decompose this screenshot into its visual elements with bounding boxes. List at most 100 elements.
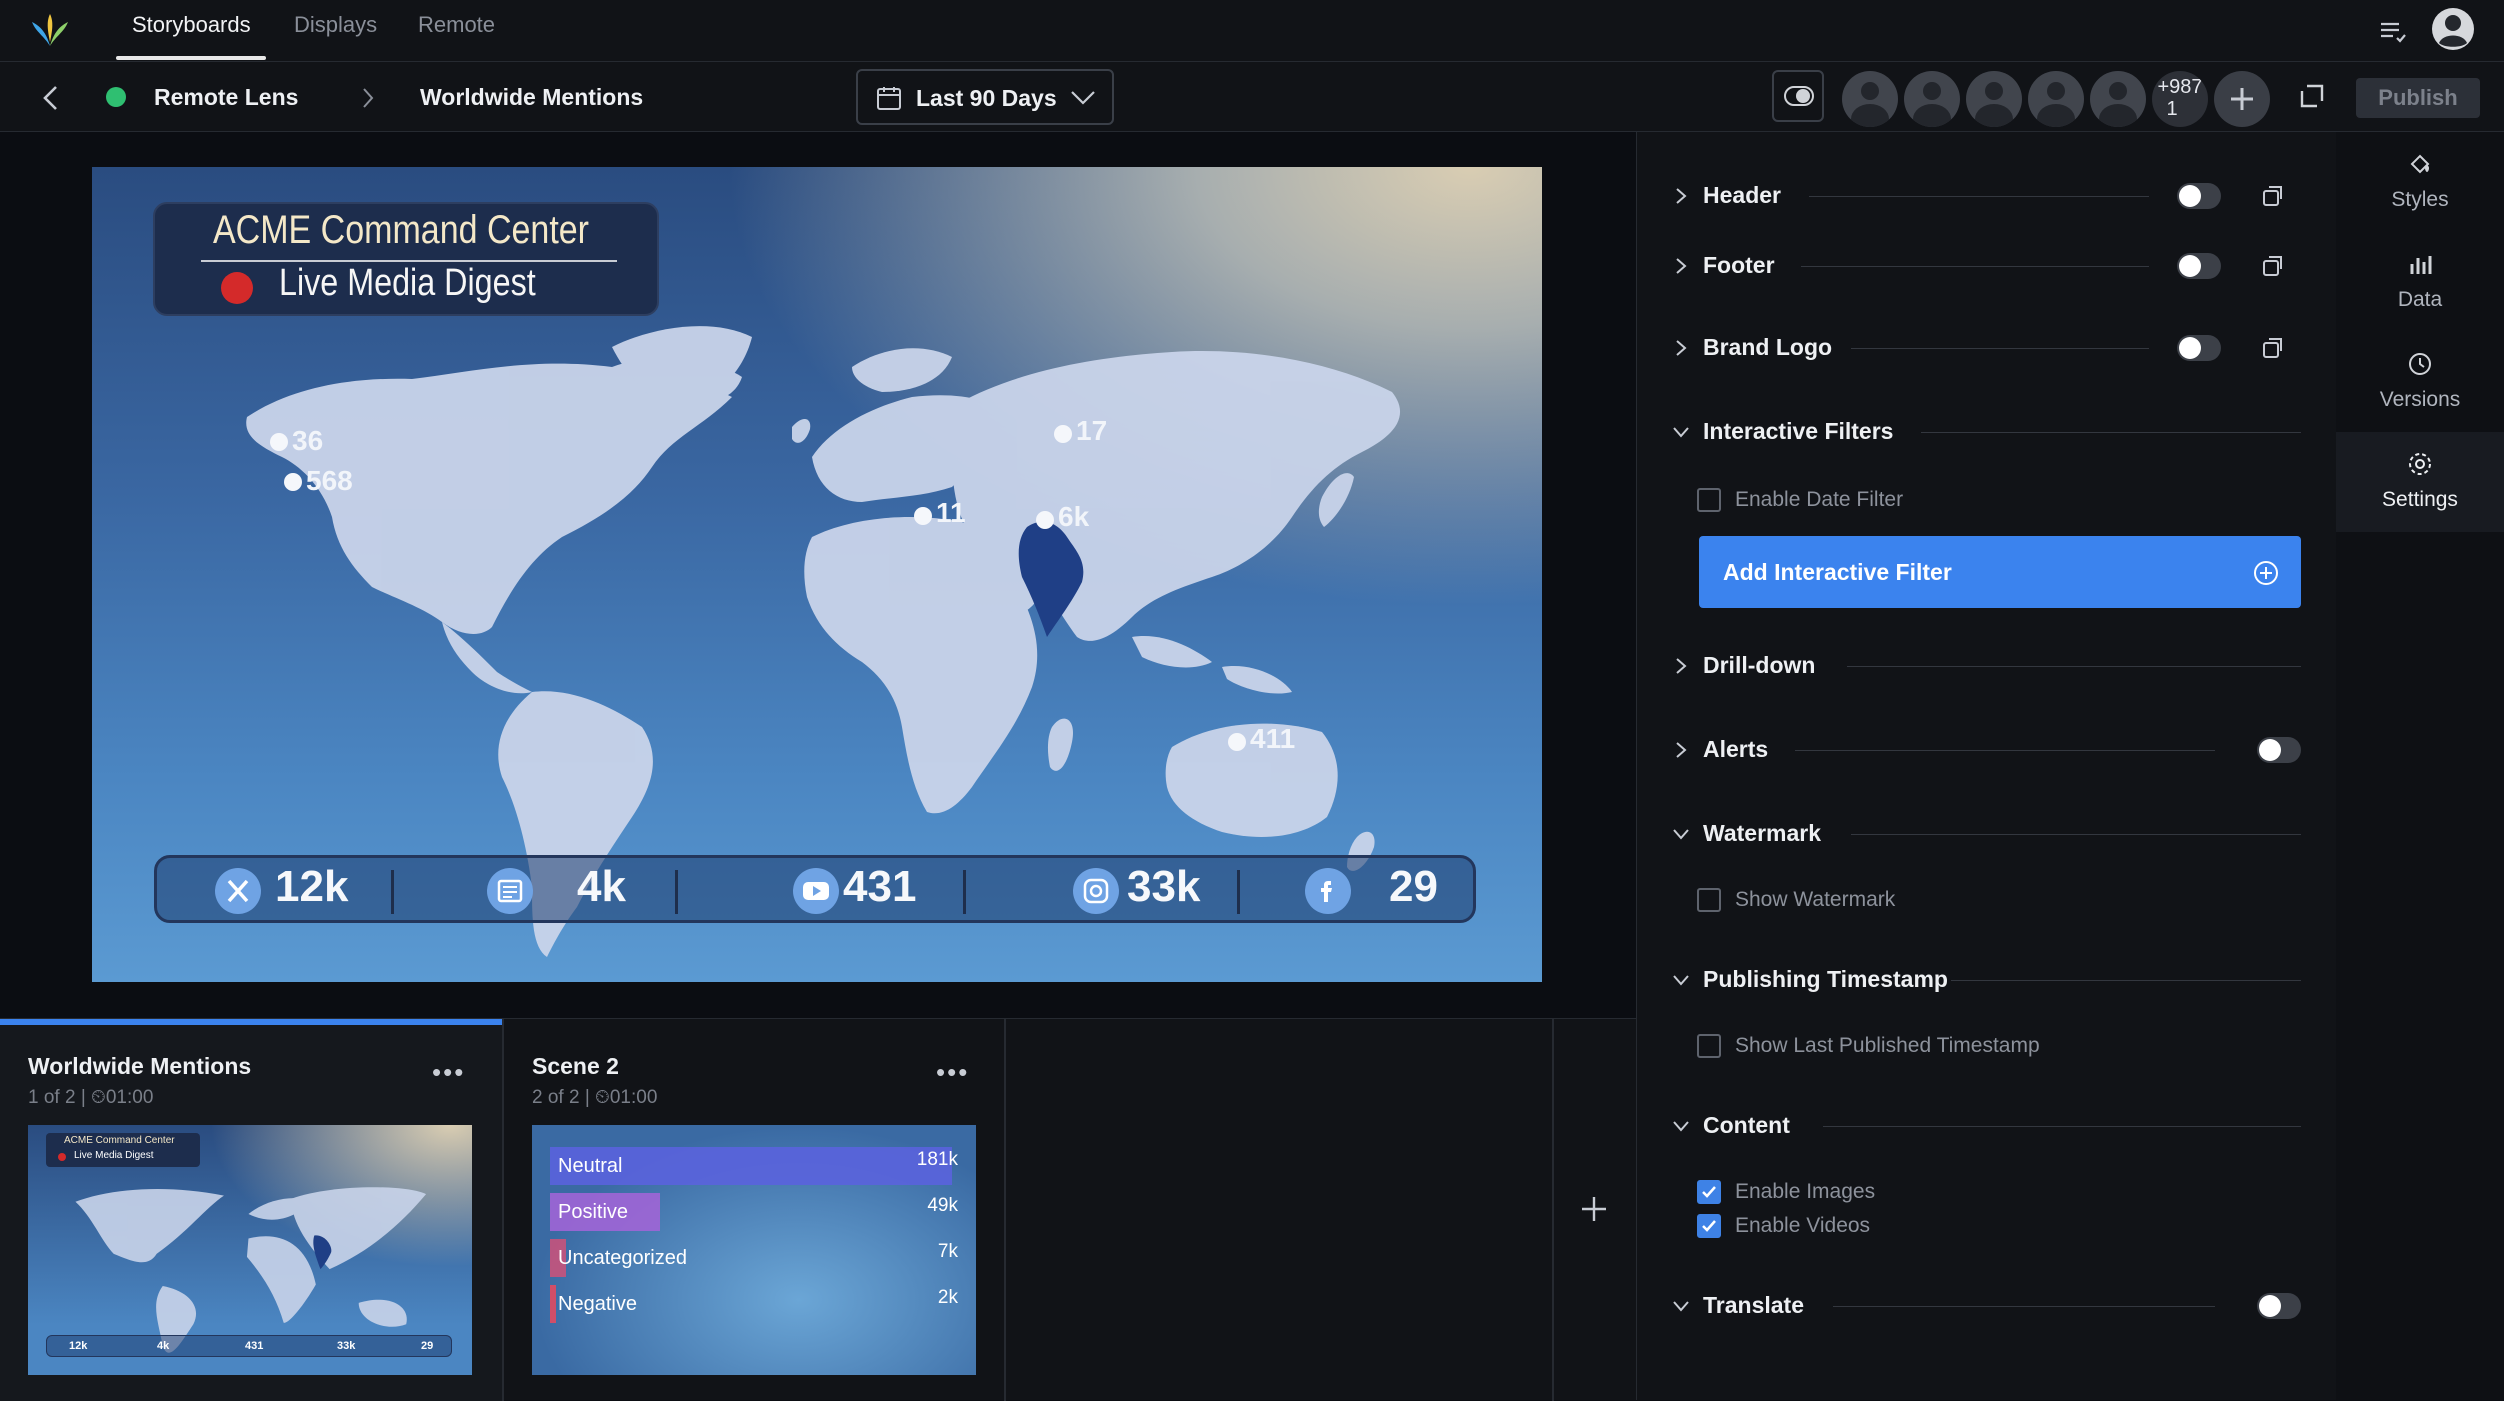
map-point-marker (1054, 425, 1072, 443)
thumbnail-stat: 29 (421, 1340, 434, 1352)
thumbnail-stat: 33k (337, 1340, 356, 1352)
map-point-label: 568 (306, 465, 353, 496)
scene-title: Worldwide Mentions (28, 1053, 252, 1079)
section-brand-logo[interactable]: Brand Logo (1637, 328, 2337, 368)
collaborator-avatar[interactable] (2090, 71, 2146, 127)
enable-videos-checkbox[interactable] (1697, 1214, 1721, 1238)
section-publishing-timestamp[interactable]: Publishing Timestamp (1637, 960, 2337, 1000)
active-scene-indicator (0, 1019, 502, 1025)
section-watermark[interactable]: Watermark (1637, 814, 2337, 854)
status-dot (106, 87, 126, 107)
tab-displays[interactable]: Displays (294, 12, 377, 38)
sentiment-bar (550, 1285, 556, 1323)
thumbnail-header-box: ACME Command Center Live Media Digest (46, 1133, 200, 1167)
breadcrumb-current: Worldwide Mentions (420, 84, 644, 110)
section-header[interactable]: Header (1637, 176, 2337, 216)
sidetab-label: Settings (2382, 488, 2458, 511)
sidetab-styles[interactable]: Styles (2336, 132, 2504, 232)
breadcrumb-remote-lens[interactable]: Remote Lens (154, 84, 298, 111)
chevron-down-icon (1673, 829, 1689, 840)
sentiment-bar-label: Neutral (558, 1155, 623, 1177)
translate-toggle[interactable] (2257, 1293, 2301, 1319)
sidetab-label: Data (2397, 288, 2443, 311)
more-collaborators-badge[interactable]: +987 1 (2152, 71, 2208, 127)
brand-logo-toggle[interactable] (2177, 335, 2221, 361)
stat-divider (1237, 870, 1240, 914)
section-divider (1795, 750, 2215, 751)
app-logo[interactable] (30, 12, 70, 48)
checkmark-icon (1702, 1186, 1716, 1198)
plus-circle-icon (2254, 561, 2278, 585)
scene-divider (1004, 1019, 1006, 1401)
map-point-marker (284, 473, 302, 491)
header-toggle[interactable] (2177, 183, 2221, 209)
checkbox-label: Show Watermark (1735, 888, 1896, 911)
section-translate[interactable]: Translate (1637, 1286, 2337, 1326)
scene-card[interactable]: Scene 2 2 of 2 | ⏲01:00 ••• Neutral 181k P… (504, 1019, 1004, 1401)
map-point-marker (1036, 511, 1054, 529)
sentiment-bar-value: 181k (916, 1149, 958, 1170)
chevron-right-icon (1676, 340, 1687, 356)
add-scene-plus-icon[interactable] (1580, 1195, 1608, 1223)
section-interactive-filters[interactable]: Interactive Filters (1637, 412, 2337, 452)
duplicate-icon[interactable] (2259, 182, 2287, 210)
enable-images-checkbox[interactable] (1697, 1180, 1721, 1204)
live-indicator-dot (221, 272, 253, 304)
publish-button[interactable]: Publish (2356, 78, 2480, 118)
slide-preview[interactable]: ACME Command Center Live Media Digest 36… (92, 167, 1542, 982)
checkmark-icon (1702, 1220, 1716, 1232)
add-interactive-filter-button[interactable]: Add Interactive Filter (1699, 536, 2301, 608)
checkbox-label: Enable Videos (1735, 1214, 1871, 1237)
checkbox-label: Enable Images (1735, 1180, 1876, 1203)
show-watermark-checkbox[interactable] (1697, 888, 1721, 912)
chevron-down-icon (1673, 1301, 1689, 1312)
scene-meta: 2 of 2 | ⏲01:00 (532, 1087, 658, 1108)
bar-chart-icon (2410, 256, 2432, 274)
section-drill-down[interactable]: Drill-down (1637, 646, 2337, 686)
scene-card-active[interactable]: Worldwide Mentions 1 of 2 | ⏲01:00 ••• A… (0, 1019, 502, 1401)
thumbnail-stat: 12k (69, 1340, 88, 1352)
collaborator-avatar[interactable] (2028, 71, 2084, 127)
scene-more-menu-icon[interactable]: ••• (936, 1057, 969, 1088)
date-range-picker[interactable]: Last 90 Days (856, 69, 1114, 125)
checkbox-label: Show Last Published Timestamp (1735, 1034, 2040, 1057)
scene-thumbnail[interactable]: ACME Command Center Live Media Digest 12… (28, 1125, 472, 1375)
section-label: Drill-down (1703, 652, 1816, 678)
chevron-right-icon (1676, 658, 1687, 674)
sidetab-label: Versions (2379, 388, 2461, 411)
collaborator-avatar[interactable] (1966, 71, 2022, 127)
sidetab-settings[interactable]: Settings (2336, 432, 2504, 532)
duplicate-icon[interactable] (2259, 252, 2287, 280)
user-account-icon[interactable] (2430, 6, 2476, 52)
sidetab-versions[interactable]: Versions (2336, 332, 2504, 432)
tab-storyboards[interactable]: Storyboards (132, 12, 251, 38)
scene-thumbnail[interactable]: Neutral 181k Positive 49k Uncategorized 7k Neg… (532, 1125, 976, 1375)
news-icon (487, 868, 533, 914)
section-label: Content (1703, 1112, 1790, 1138)
stat-divider (391, 870, 394, 914)
duplicate-icon[interactable] (2259, 334, 2287, 362)
open-external-icon[interactable] (2298, 82, 2326, 110)
scene-more-menu-icon[interactable]: ••• (432, 1057, 465, 1088)
footer-toggle[interactable] (2177, 253, 2221, 279)
add-collaborator-button[interactable] (2214, 71, 2270, 127)
chevron-right-icon (363, 88, 374, 108)
collaborator-avatar[interactable] (1904, 71, 1960, 127)
enable-date-filter-checkbox[interactable] (1697, 488, 1721, 512)
sidetab-data[interactable]: Data (2336, 232, 2504, 332)
back-arrow-icon[interactable] (40, 84, 62, 112)
collaborator-avatar[interactable] (1842, 71, 1898, 127)
section-alerts[interactable]: Alerts (1637, 730, 2337, 770)
chevron-right-icon (1676, 188, 1687, 204)
show-last-published-checkbox[interactable] (1697, 1034, 1721, 1058)
preview-toggle-button[interactable] (1772, 70, 1824, 122)
alerts-toggle[interactable] (2257, 737, 2301, 763)
facebook-icon (1305, 868, 1351, 914)
section-footer[interactable]: Footer (1637, 246, 2337, 286)
chevron-down-icon (1071, 91, 1095, 105)
section-divider (1833, 1306, 2215, 1307)
stat-instagram-value: 33k (1127, 862, 1201, 911)
section-content[interactable]: Content (1637, 1106, 2337, 1146)
notes-list-icon[interactable] (2378, 16, 2408, 46)
tab-remote[interactable]: Remote (418, 12, 495, 38)
